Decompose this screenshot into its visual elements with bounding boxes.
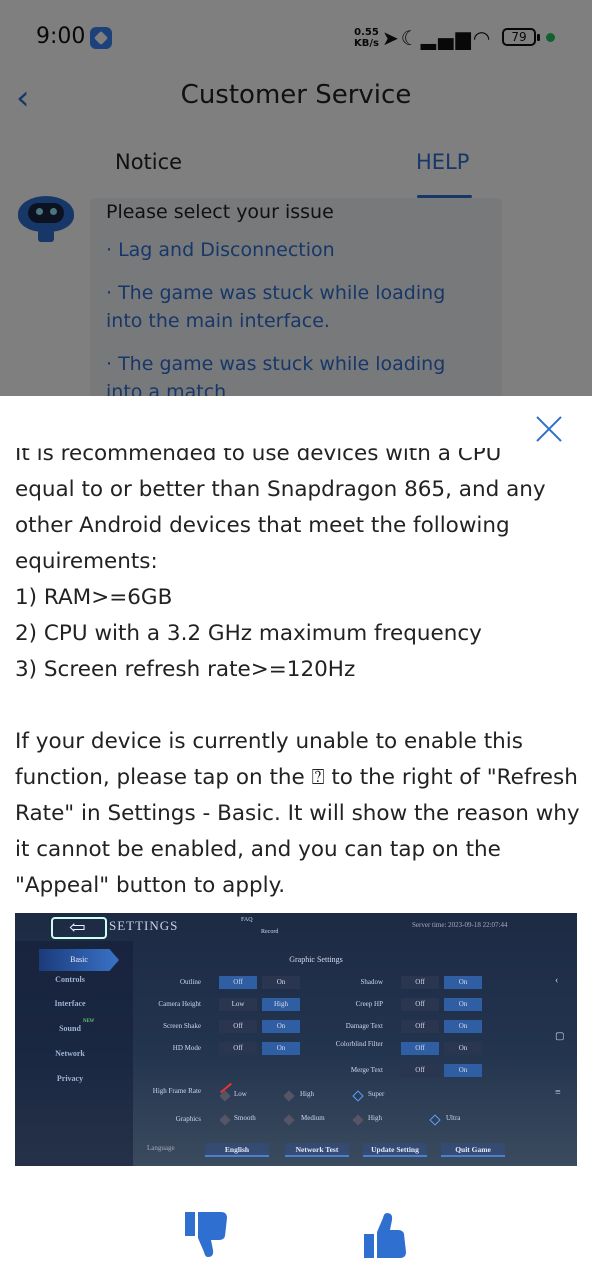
- game-row-label: Colorblind Filter: [335, 1040, 383, 1048]
- thumbs-down-icon[interactable]: [185, 1212, 229, 1258]
- game-option: On: [262, 1042, 300, 1055]
- game-network-test-button: Network Test: [285, 1143, 349, 1157]
- game-radio-label: High: [300, 1090, 314, 1098]
- game-radio-label: Super: [368, 1090, 385, 1098]
- game-settings-title: SETTINGS: [109, 918, 179, 933]
- game-record-label: Record: [261, 929, 279, 935]
- appeal-text: If your device is currently unable to en…: [15, 729, 580, 898]
- game-update-setting-button: Update Setting: [363, 1143, 427, 1157]
- game-row-label: Merge Text: [350, 1066, 383, 1074]
- game-option: Off: [401, 1042, 439, 1055]
- game-faq-label: FAQ: [241, 917, 253, 923]
- game-right-menu-icon: ≡: [555, 1087, 561, 1098]
- requirement-cpu: 2) CPU with a 3.2 GHz maximum frequency: [15, 621, 482, 646]
- game-radio-label: Low: [234, 1090, 247, 1098]
- game-frame-rate-label: High Frame Rate: [152, 1087, 201, 1095]
- game-row-label: Outline: [180, 978, 201, 986]
- game-row-label: Screen Shake: [163, 1022, 201, 1030]
- game-server-time: Server time: 2023-09-18 22:07:44: [412, 921, 508, 929]
- game-right-square-icon: ▢: [555, 1031, 565, 1042]
- game-row-label: Damage Text: [345, 1022, 383, 1030]
- game-option: On: [444, 1064, 482, 1077]
- game-option: On: [262, 1020, 300, 1033]
- game-radio-label: Ultra: [446, 1114, 461, 1122]
- game-row-label: Shadow: [360, 978, 383, 986]
- game-option: Off: [401, 976, 439, 989]
- game-radio: [283, 1090, 295, 1102]
- game-right-chevron-icon: ‹: [555, 975, 559, 986]
- game-nav-basic: Basic: [39, 949, 119, 971]
- thumbs-up-icon[interactable]: [364, 1212, 408, 1258]
- game-nav-privacy: Privacy: [56, 1074, 84, 1083]
- intro-text: equal to or better than Snapdragon 865, …: [15, 477, 546, 574]
- game-radio: [219, 1114, 231, 1126]
- game-settings-screenshot: SETTINGS FAQ Record Server time: 2023-09…: [15, 913, 577, 1166]
- game-row-label: Creep HP: [355, 1000, 383, 1008]
- game-option: Off: [401, 998, 439, 1011]
- game-new-badge: NEW: [83, 1019, 95, 1024]
- game-radio: [352, 1090, 364, 1102]
- game-option: On: [262, 976, 300, 989]
- game-nav-network: Network: [55, 1049, 85, 1058]
- requirement-refresh: 3) Screen refresh rate>=120Hz: [15, 657, 356, 682]
- paragraph-spacer: [15, 688, 585, 724]
- game-graphics-label: Graphics: [175, 1115, 201, 1123]
- close-icon[interactable]: [534, 414, 564, 444]
- game-radio: [429, 1114, 441, 1126]
- game-option: On: [444, 998, 482, 1011]
- partial-line: It is recommended to use devices with a …: [15, 448, 502, 466]
- game-option: On: [444, 976, 482, 989]
- game-option: On: [444, 1042, 482, 1055]
- game-option: Off: [401, 1020, 439, 1033]
- game-option: Low: [219, 998, 257, 1011]
- game-back-icon: [51, 915, 107, 940]
- game-row-label: HD Mode: [172, 1044, 201, 1052]
- game-option: On: [444, 1020, 482, 1033]
- game-radio: [352, 1114, 364, 1126]
- game-radio-label: High: [368, 1114, 382, 1122]
- answer-content: It is recommended to use devices with a …: [15, 448, 585, 912]
- game-radio-label: Smooth: [234, 1114, 256, 1122]
- game-radio: [283, 1114, 295, 1126]
- game-option: Off: [219, 1020, 257, 1033]
- game-language-label: Language: [147, 1144, 175, 1152]
- modal-overlay[interactable]: [0, 0, 592, 396]
- game-language-button: English: [205, 1143, 269, 1157]
- game-section-title: Graphic Settings: [289, 955, 343, 964]
- game-nav-controls: Controls: [55, 975, 85, 984]
- game-option: High: [262, 998, 300, 1011]
- game-nav-sound: Sound: [59, 1024, 81, 1033]
- requirement-ram: 1) RAM>=6GB: [15, 585, 173, 610]
- game-row-label: Camera Height: [158, 1000, 201, 1008]
- game-nav-interface: Interface: [54, 999, 86, 1008]
- game-quit-button: Quit Game: [441, 1143, 505, 1157]
- game-option: Off: [219, 976, 257, 989]
- game-radio-label: Medium: [301, 1114, 325, 1122]
- game-option: Off: [219, 1042, 257, 1055]
- game-option: Off: [401, 1064, 439, 1077]
